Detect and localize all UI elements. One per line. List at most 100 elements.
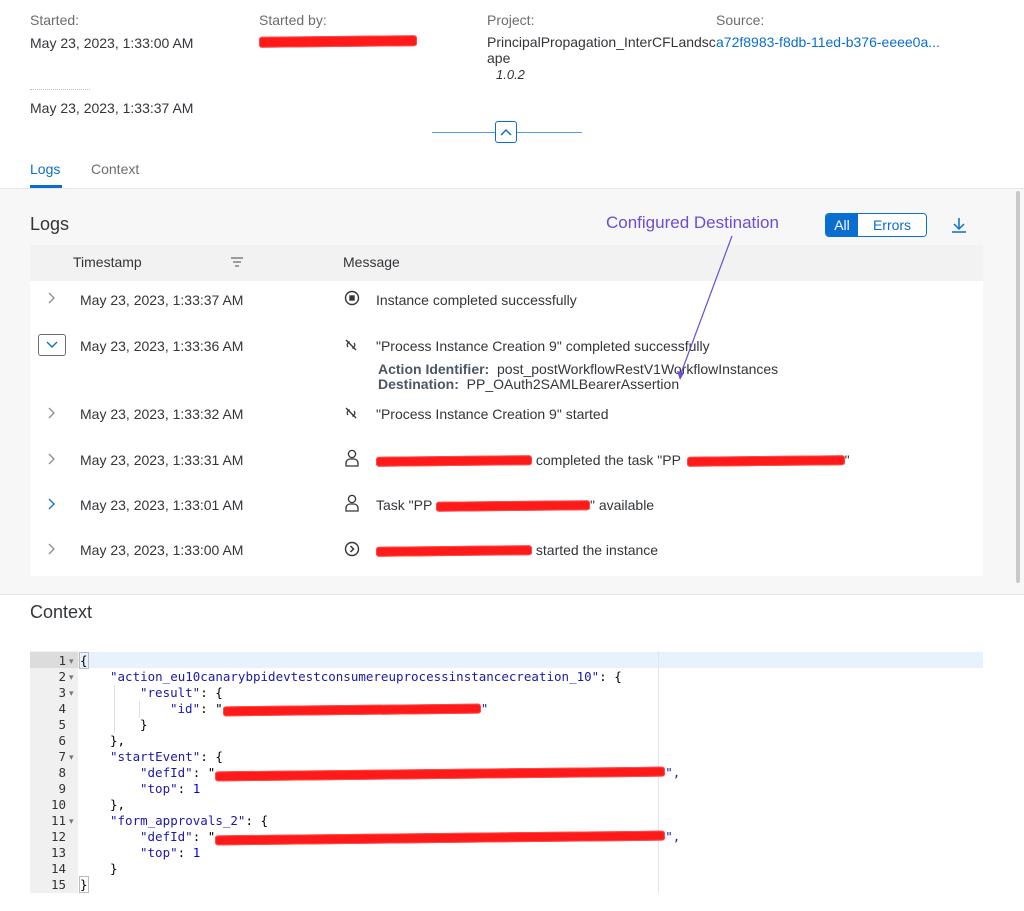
line-number: 9 xyxy=(58,781,66,796)
fold-arrow-icon[interactable]: ▾ xyxy=(69,752,74,763)
code-token: "top" xyxy=(140,845,178,860)
started-by-redacted xyxy=(258,33,418,51)
row-collapse-button[interactable] xyxy=(38,334,66,356)
row-expand-icon[interactable] xyxy=(48,497,56,513)
row-detail-destination: Destination: PP_OAuth2SAMLBearerAssertio… xyxy=(378,377,679,392)
code-token: : { xyxy=(599,669,622,684)
page-scrollbar[interactable] xyxy=(1016,191,1020,583)
row-expand-icon[interactable] xyxy=(48,452,56,468)
code-token: } xyxy=(140,717,148,732)
fold-arrow-icon[interactable]: ▾ xyxy=(69,688,74,699)
line-number: 7 xyxy=(58,749,66,764)
code-token: : " xyxy=(192,765,216,780)
redacted-user xyxy=(375,455,533,468)
line-number: 13 xyxy=(50,845,66,860)
connector-icon xyxy=(343,337,359,358)
stop-circle-icon xyxy=(344,290,360,311)
sort-filter-button[interactable] xyxy=(230,255,244,273)
message-text: completed the task "PP xyxy=(535,452,681,468)
code-token: "defId" xyxy=(140,829,193,844)
code-token: : { xyxy=(200,749,223,764)
tab-context[interactable]: Context xyxy=(91,161,139,177)
tab-logs[interactable]: Logs xyxy=(30,161,60,177)
source-label: Source: xyxy=(716,12,765,28)
message-text: " xyxy=(844,452,850,468)
code-token: " xyxy=(480,701,489,716)
code-token: "action_eu10canarybpidevtestconsumereupr… xyxy=(110,669,600,684)
line-number: 10 xyxy=(50,797,66,812)
code-line: "form_approvals_2": { xyxy=(80,813,680,829)
line-number: 4 xyxy=(58,701,66,716)
row-expand-icon[interactable] xyxy=(48,291,56,307)
code-line: } xyxy=(80,861,680,877)
line-number: 1 xyxy=(58,653,66,668)
context-divider xyxy=(0,594,1024,595)
download-button[interactable] xyxy=(950,216,968,239)
fold-arrow-icon[interactable]: ▾ xyxy=(69,656,74,667)
detail-label: Destination: xyxy=(378,376,459,392)
redacted-user xyxy=(375,545,533,558)
person-icon xyxy=(344,494,360,517)
code-token: 1 xyxy=(192,845,201,860)
context-title: Context xyxy=(30,602,93,622)
chevron-right-icon xyxy=(48,453,55,465)
filter-errors-button[interactable]: Errors xyxy=(858,214,926,236)
line-number: 8 xyxy=(58,765,66,780)
row-expand-icon[interactable] xyxy=(48,406,56,422)
code-line: "top": 1 xyxy=(80,845,680,861)
code-token: : { xyxy=(200,685,223,700)
line-number: 6 xyxy=(58,733,66,748)
redacted-value xyxy=(222,703,481,716)
code-token: : " xyxy=(200,701,223,716)
started-label: Started: xyxy=(30,12,80,28)
filter-all-button[interactable]: All xyxy=(826,214,858,236)
person-icon xyxy=(344,449,360,472)
chevron-up-icon xyxy=(500,128,512,136)
code-line: } xyxy=(80,717,680,733)
ended-value: May 23, 2023, 1:33:37 AM xyxy=(30,100,194,116)
code-token: "result" xyxy=(140,685,201,700)
code-line: "id": " " xyxy=(80,701,680,717)
fold-arrow-icon[interactable]: ▾ xyxy=(69,672,74,683)
line-number: 14 xyxy=(50,861,66,876)
code-token: ", xyxy=(665,765,681,780)
code-token: "top" xyxy=(140,781,178,796)
redacted-value xyxy=(215,830,666,845)
row-message: "Process Instance Creation 9" started xyxy=(376,406,609,422)
fold-arrow-icon[interactable]: ▾ xyxy=(69,816,74,827)
redacted-task xyxy=(686,455,845,468)
code-line: "defId": " ", xyxy=(80,829,680,845)
project-label: Project: xyxy=(487,12,535,28)
row-message: "Process Instance Creation 9" completed … xyxy=(376,338,710,354)
row-message: Task "PP " available xyxy=(376,497,654,513)
download-icon xyxy=(952,218,966,233)
line-number: 3 xyxy=(58,685,66,700)
code-line: } xyxy=(79,876,680,893)
code-token: } xyxy=(110,861,118,876)
column-timestamp[interactable]: Timestamp xyxy=(73,254,142,270)
play-circle-icon xyxy=(344,541,360,562)
row-timestamp: May 23, 2023, 1:33:37 AM xyxy=(80,292,244,308)
code-token: "defId" xyxy=(140,765,193,780)
sort-filter-icon xyxy=(231,257,243,267)
code-line: "top": 1 xyxy=(80,781,680,797)
row-timestamp: May 23, 2023, 1:33:01 AM xyxy=(80,497,244,513)
code-line: }, xyxy=(80,797,680,813)
message-text: Task "PP xyxy=(376,497,433,513)
detail-value: PP_OAuth2SAMLBearerAssertion xyxy=(466,376,680,392)
chevron-right-icon xyxy=(48,407,55,419)
code-token: "id" xyxy=(170,701,201,716)
ended-label-partial xyxy=(30,89,90,91)
collapse-header-button[interactable] xyxy=(495,121,517,143)
project-version: 1.0.2 xyxy=(496,67,525,82)
code-token: ", xyxy=(665,829,681,844)
code-line: "startEvent": { xyxy=(80,749,680,765)
row-message: started the instance xyxy=(375,542,659,558)
row-expand-icon[interactable] xyxy=(48,542,56,558)
code-line: "action_eu10canarybpidevtestconsumereupr… xyxy=(80,669,680,685)
code-token: { xyxy=(79,652,89,669)
message-text: started the instance xyxy=(535,542,659,558)
code-lines: { "action_eu10canarybpidevtestconsumereu… xyxy=(79,652,681,893)
row-message: completed the task "PP " xyxy=(375,452,850,468)
source-link[interactable]: a72f8983-f8db-11ed-b376-eeee0a... xyxy=(716,34,940,50)
